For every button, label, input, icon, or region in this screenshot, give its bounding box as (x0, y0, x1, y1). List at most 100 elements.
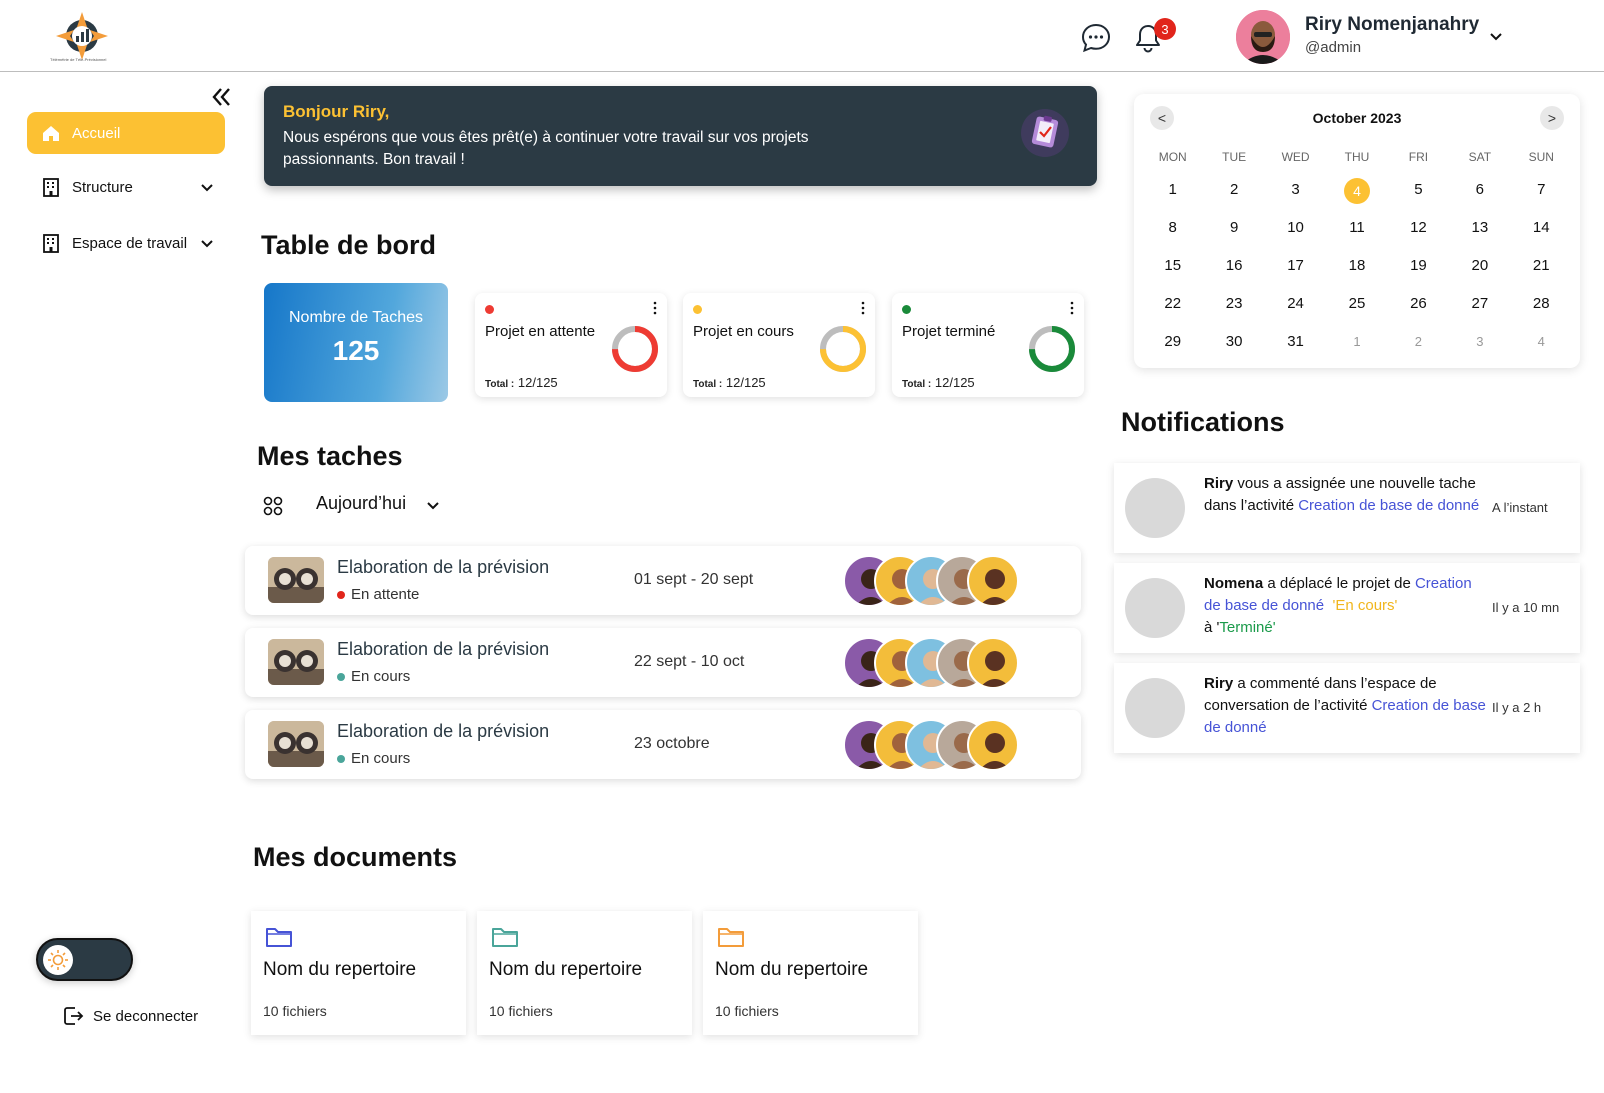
stat-card-en-cours[interactable]: Projet en cours Total : 12/125 (683, 293, 875, 397)
folder-file-count: 10 fichiers (715, 1003, 779, 1019)
total-tasks-card[interactable]: Nombre de Taches 125 (264, 283, 448, 402)
calendar-day[interactable]: 24 (1265, 292, 1326, 316)
calendar-day[interactable]: 13 (1449, 216, 1510, 240)
status-dot (693, 305, 702, 314)
notification-item[interactable]: Riry a commenté dans l’espace de convers… (1114, 663, 1580, 753)
building-icon (40, 232, 62, 254)
calendar-day[interactable]: 3 (1449, 330, 1510, 354)
calendar-day[interactable]: 4 (1326, 178, 1387, 204)
stat-card-label: Projet en cours (693, 323, 794, 340)
sidebar-item-structure[interactable]: Structure (27, 166, 225, 208)
calendar-day[interactable]: 8 (1142, 216, 1203, 240)
folder-card[interactable]: Nom du repertoire 10 fichiers (251, 911, 466, 1035)
task-date-range: 22 sept - 10 oct (634, 653, 745, 670)
calendar-day[interactable]: 5 (1388, 178, 1449, 202)
calendar-day[interactable]: 22 (1142, 292, 1203, 316)
task-status: En cours (337, 750, 410, 767)
calendar-day[interactable]: 9 (1203, 216, 1264, 240)
notification-item[interactable]: Nomena a déplacé le projet de Creation d… (1114, 563, 1580, 653)
folder-file-count: 10 fichiers (489, 1003, 553, 1019)
task-thumbnail (268, 639, 324, 685)
collapse-sidebar-icon[interactable] (210, 86, 232, 108)
more-options-icon[interactable] (653, 301, 657, 315)
task-row[interactable]: Elaboration de la prévision En cours 23 oc… (245, 710, 1081, 779)
stat-card-termine[interactable]: Projet terminé Total : 12/125 (892, 293, 1084, 397)
task-row[interactable]: Elaboration de la prévision En cours 22 se… (245, 628, 1081, 697)
notification-text: Riry vous a assignée une nouvelle tache … (1204, 475, 1480, 514)
calendar-day[interactable]: 17 (1265, 254, 1326, 278)
calendar-day[interactable]: 3 (1265, 178, 1326, 202)
calendar-day[interactable]: 2 (1388, 330, 1449, 354)
sidebar-item-label: Accueil (72, 124, 121, 142)
folder-card[interactable]: Nom du repertoire 10 fichiers (703, 911, 918, 1035)
calendar-day[interactable]: 19 (1388, 254, 1449, 278)
calendar-day[interactable]: 29 (1142, 330, 1203, 354)
calendar-day[interactable]: 1 (1326, 330, 1387, 354)
top-bar: Télémétrie de Télé-Prévisionnel 3 Riry N… (0, 0, 1604, 72)
calendar-day[interactable]: 7 (1511, 178, 1572, 202)
calendar-next-button[interactable]: > (1540, 106, 1564, 130)
calendar-day[interactable]: 15 (1142, 254, 1203, 278)
avatar (1125, 678, 1185, 738)
grid-view-icon[interactable] (263, 496, 283, 516)
calendar-day[interactable]: 20 (1449, 254, 1510, 278)
calendar-day[interactable]: 12 (1388, 216, 1449, 240)
calendar-grid: MON TUE WED THU FRI SAT SUN 1 2 3 4 5 6 7 8 9 10 11 12 13 14… (1142, 150, 1572, 354)
stat-card-total: Total : 12/125 (485, 375, 558, 390)
calendar-day[interactable]: 26 (1388, 292, 1449, 316)
stat-card-en-attente[interactable]: Projet en attente Total : 12/125 (475, 293, 667, 397)
task-row[interactable]: Elaboration de la prévision En attente 01 … (245, 546, 1081, 615)
calendar-day[interactable]: 25 (1326, 292, 1387, 316)
logout-button[interactable]: Se deconnecter (62, 1005, 198, 1027)
task-name: Elaboration de la prévision (337, 639, 550, 659)
assignee-avatar[interactable] (967, 637, 1019, 689)
task-thumbnail (268, 557, 324, 603)
chat-icon[interactable] (1080, 22, 1112, 54)
donut-ring (820, 326, 866, 372)
calendar-day[interactable]: 2 (1203, 178, 1264, 202)
calendar-prev-button[interactable]: < (1150, 106, 1174, 130)
more-options-icon[interactable] (861, 301, 865, 315)
donut-ring (612, 326, 658, 372)
sidebar-item-label: Structure (72, 178, 133, 196)
assignee-avatar[interactable] (967, 719, 1019, 771)
tasks-filter-dropdown[interactable]: Aujourd’hui (316, 493, 406, 514)
calendar-day[interactable]: 21 (1511, 254, 1572, 278)
notification-text: Riry a commenté dans l’espace de convers… (1204, 675, 1486, 736)
user-name: Riry Nomenjanahry (1305, 14, 1480, 35)
sidebar-item-accueil[interactable]: Accueil (27, 112, 225, 154)
calendar-day[interactable]: 4 (1511, 330, 1572, 354)
calendar: October 2023 < > MON TUE WED THU FRI SAT SUN 1 2… (1134, 94, 1580, 368)
stat-card-total: Total : 12/125 (902, 375, 975, 390)
clipboard-icon (1021, 109, 1069, 157)
more-options-icon[interactable] (1070, 301, 1074, 315)
calendar-day[interactable]: 6 (1449, 178, 1510, 202)
calendar-day[interactable]: 1 (1142, 178, 1203, 202)
assignee-avatar[interactable] (967, 555, 1019, 607)
notification-time: Il y a 2 h (1492, 700, 1542, 715)
chevron-down-icon (201, 240, 213, 248)
calendar-day[interactable]: 23 (1203, 292, 1264, 316)
notification-item[interactable]: Riry vous a assignée une nouvelle tache … (1114, 463, 1580, 553)
task-status: En cours (337, 668, 410, 685)
user-avatar[interactable] (1236, 10, 1290, 64)
calendar-day[interactable]: 30 (1203, 330, 1264, 354)
calendar-day[interactable]: 14 (1511, 216, 1572, 240)
calendar-day[interactable]: 27 (1449, 292, 1510, 316)
calendar-day[interactable]: 31 (1265, 330, 1326, 354)
sidebar-item-espace-de-travail[interactable]: Espace de travail (27, 222, 225, 264)
user-menu-chevron-icon[interactable] (1488, 28, 1504, 44)
calendar-day[interactable]: 18 (1326, 254, 1387, 278)
calendar-day[interactable]: 10 (1265, 216, 1326, 240)
user-handle: @admin (1305, 39, 1362, 56)
activity-link[interactable]: Creation de base de donné (1298, 497, 1479, 514)
calendar-day[interactable]: 16 (1203, 254, 1264, 278)
logo-caption: Télémétrie de Télé-Prévisionnel (50, 57, 107, 62)
task-date-range: 23 octobre (634, 735, 710, 752)
calendar-day[interactable]: 11 (1326, 216, 1387, 240)
total-tasks-value: 125 (332, 335, 380, 366)
folder-card[interactable]: Nom du repertoire 10 fichiers (477, 911, 692, 1035)
theme-toggle[interactable] (36, 938, 133, 981)
calendar-day[interactable]: 28 (1511, 292, 1572, 316)
chevron-down-icon[interactable] (425, 497, 441, 513)
